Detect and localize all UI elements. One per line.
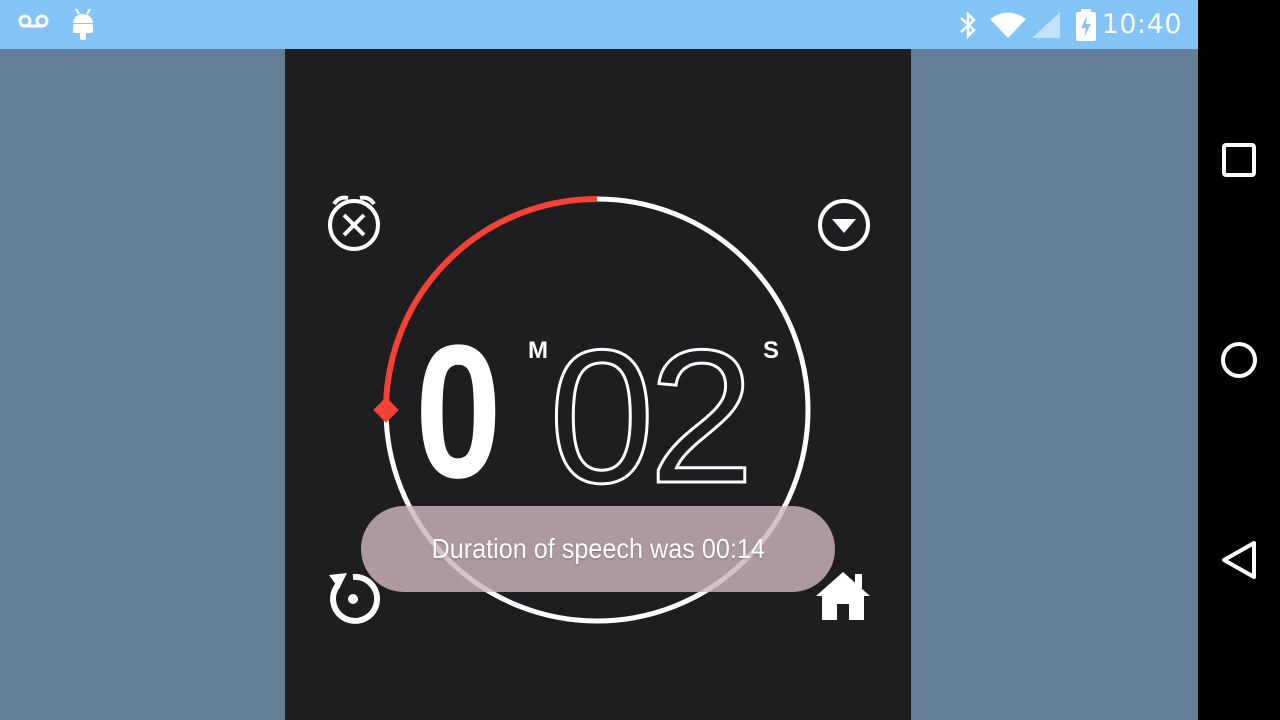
- voicemail-icon: [18, 14, 49, 28]
- battery-charging-icon: [1076, 9, 1096, 41]
- seconds-unit-label: S: [763, 337, 780, 364]
- back-button[interactable]: [1218, 539, 1260, 581]
- timer-watch-face: 02 0 M S: [285, 49, 911, 720]
- status-bar: 10:40: [0, 0, 1198, 49]
- recents-button[interactable]: [1218, 139, 1260, 181]
- android-icon: [73, 8, 93, 40]
- toast-text: Duration of speech was 00:14: [431, 533, 765, 564]
- wifi-icon: [990, 12, 1026, 38]
- toast-message: Duration of speech was 00:14: [361, 506, 835, 592]
- signal-icon: [1032, 12, 1060, 38]
- device-screen: 10:40 02 0 M S Duration of speech was 00…: [0, 0, 1198, 720]
- seconds-digits: 02: [549, 311, 748, 523]
- dropdown-icon[interactable]: [814, 195, 874, 255]
- minutes-unit-label: M: [528, 337, 548, 364]
- timer-progress-marker: [373, 397, 399, 423]
- bluetooth-icon: [960, 10, 976, 40]
- navigation-bar: [1198, 0, 1280, 720]
- status-time: 10:40: [1101, 9, 1182, 40]
- minutes-digit: 0: [415, 306, 502, 518]
- home-button[interactable]: [1218, 339, 1260, 381]
- alarm-off-icon[interactable]: [324, 193, 384, 253]
